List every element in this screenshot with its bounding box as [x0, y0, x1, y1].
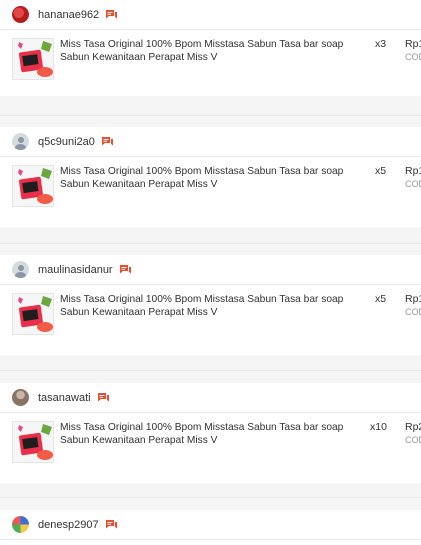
order-header: denesp2907	[0, 510, 421, 540]
chat-icon[interactable]	[119, 264, 132, 275]
item-price: Rp2	[405, 421, 421, 433]
chat-icon[interactable]	[97, 392, 110, 403]
product-name[interactable]: Miss Tasa Original 100% Bpom Misstasa Sa…	[60, 38, 368, 64]
payment-method: COD	[405, 52, 421, 62]
product-thumbnail[interactable]	[12, 293, 54, 335]
divider	[0, 370, 421, 371]
item-price: Rp1	[405, 165, 421, 177]
buyer-avatar[interactable]	[12, 261, 29, 278]
order-card: q5c9uni2a0 Miss Tasa Original 100% Bpom …	[0, 127, 421, 227]
buyer-avatar[interactable]	[12, 389, 29, 406]
product-thumbnail[interactable]	[12, 38, 54, 80]
chat-icon[interactable]	[105, 9, 118, 20]
order-header: q5c9uni2a0	[0, 127, 421, 157]
item-price: Rp1	[405, 293, 421, 305]
order-item: Miss Tasa Original 100% Bpom Misstasa Sa…	[0, 30, 421, 90]
payment-method: COD	[405, 179, 421, 189]
order-item: Miss Tasa Original 100% Bpom Misstasa Sa…	[0, 285, 421, 345]
buyer-username[interactable]: hananae962	[38, 9, 99, 21]
chat-icon[interactable]	[105, 519, 118, 530]
buyer-username[interactable]: tasanawati	[38, 392, 91, 404]
order-item: Miss Tasa Original 100% Bpom Misstasa Sa…	[0, 413, 421, 473]
item-quantity: x5	[375, 165, 387, 177]
order-card: tasanawati Miss Tasa Original 100% Bpom …	[0, 383, 421, 483]
order-header: hananae962	[0, 0, 421, 30]
product-thumbnail[interactable]	[12, 165, 54, 207]
chat-icon[interactable]	[101, 136, 114, 147]
item-quantity: x10	[370, 421, 387, 433]
divider	[0, 243, 421, 244]
product-name[interactable]: Miss Tasa Original 100% Bpom Misstasa Sa…	[60, 421, 368, 447]
product-thumbnail[interactable]	[12, 421, 54, 463]
item-price: Rp1	[405, 38, 421, 50]
item-quantity: x3	[375, 38, 387, 50]
buyer-username[interactable]: maulinasidanur	[38, 264, 113, 276]
order-header: maulinasidanur	[0, 255, 421, 285]
product-name[interactable]: Miss Tasa Original 100% Bpom Misstasa Sa…	[60, 165, 368, 191]
order-card: maulinasidanur Miss Tasa Original 100% B…	[0, 255, 421, 355]
buyer-avatar[interactable]	[12, 133, 29, 150]
payment-method: COD	[405, 435, 421, 445]
divider	[0, 115, 421, 116]
buyer-username[interactable]: q5c9uni2a0	[38, 136, 95, 148]
order-card: hananae962 Miss Tasa Original 100% Bpom …	[0, 0, 421, 96]
buyer-avatar[interactable]	[12, 516, 29, 533]
order-header: tasanawati	[0, 383, 421, 413]
buyer-username[interactable]: denesp2907	[38, 519, 99, 531]
divider	[0, 497, 421, 498]
payment-method: COD	[405, 307, 421, 317]
buyer-avatar[interactable]	[12, 6, 29, 23]
order-item: Miss Tasa Original 100% Bpom Misstasa Sa…	[0, 157, 421, 217]
item-quantity: x5	[375, 293, 387, 305]
product-name[interactable]: Miss Tasa Original 100% Bpom Misstasa Sa…	[60, 293, 368, 319]
order-card: denesp2907	[0, 510, 421, 545]
